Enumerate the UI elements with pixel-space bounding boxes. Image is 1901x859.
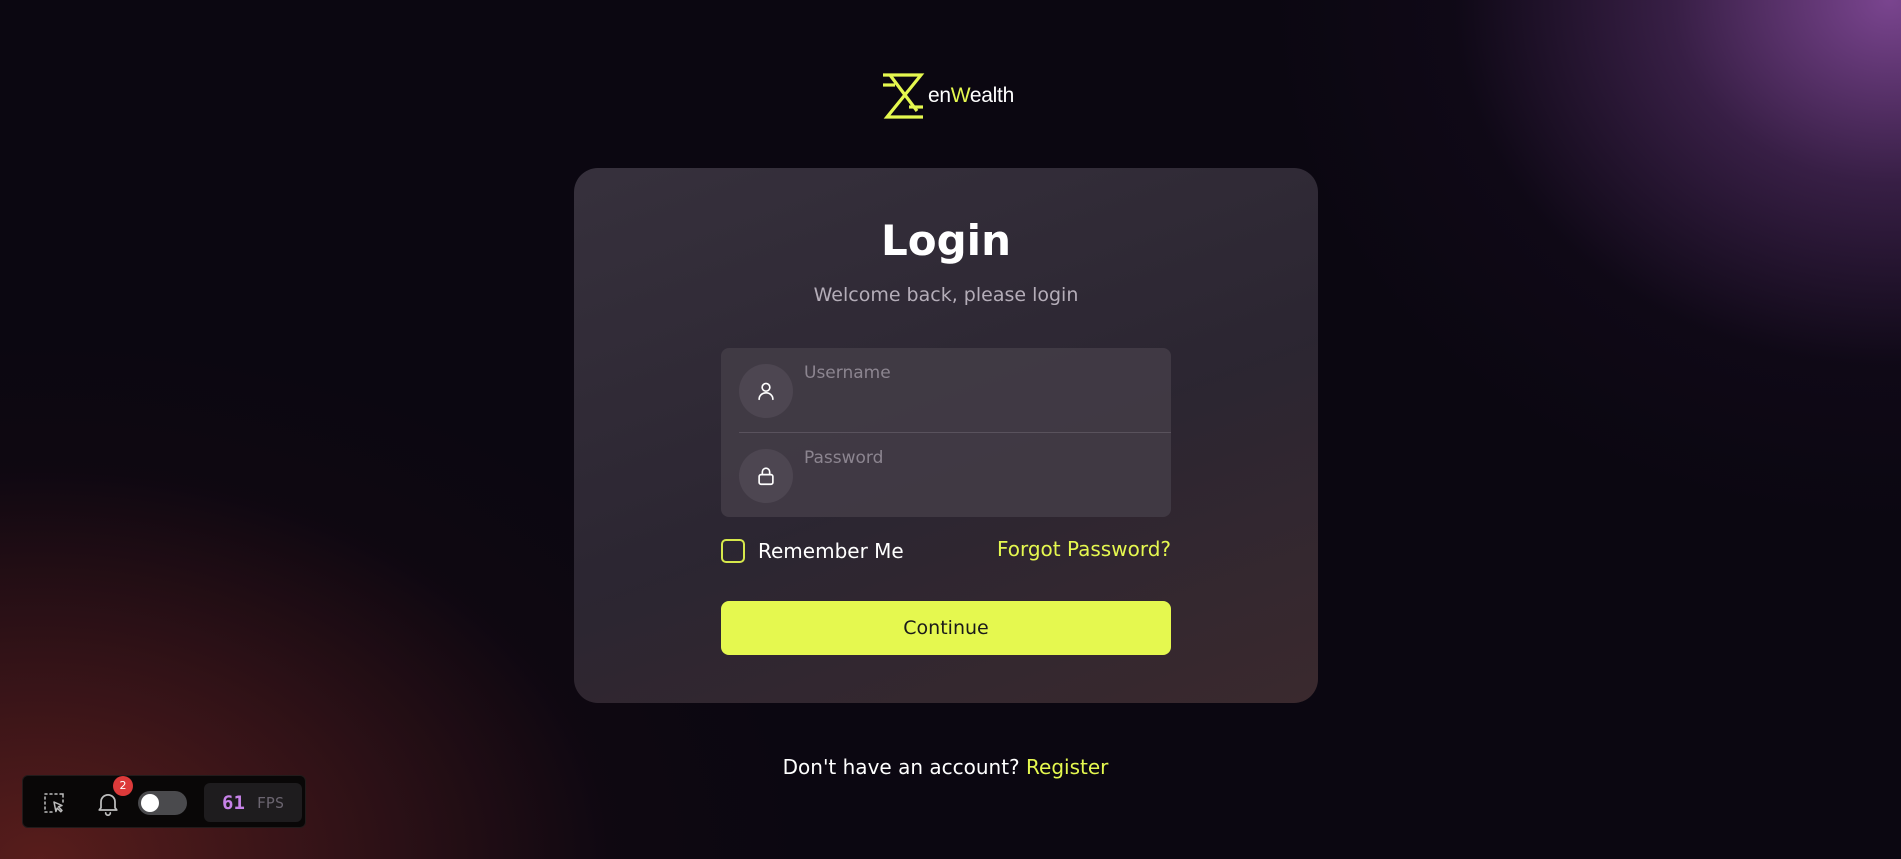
continue-button[interactable]: Continue [721, 601, 1171, 655]
password-field [721, 433, 1171, 517]
remember-me-checkbox[interactable] [721, 539, 745, 563]
password-input[interactable] [804, 445, 1154, 503]
lock-icon [739, 449, 793, 503]
login-card: Login Welcome back, please login Usernam… [574, 168, 1318, 703]
dev-toggle[interactable] [138, 791, 187, 815]
remember-me[interactable]: Remember Me [721, 538, 904, 564]
credentials-group [721, 348, 1171, 517]
fps-label: FPS [256, 793, 284, 812]
brand-name: enWealth [928, 84, 1014, 107]
fps-meter: 61 FPS [204, 783, 302, 822]
user-icon [739, 364, 793, 418]
login-title: Login [881, 216, 1011, 265]
login-subtitle: Welcome back, please login [813, 284, 1079, 306]
toggle-knob [141, 794, 159, 812]
fps-value: 61 [222, 791, 245, 814]
brand-mark-icon [883, 73, 925, 119]
forgot-password-link[interactable]: Forgot Password? [997, 537, 1171, 561]
register-link[interactable]: Register [1026, 755, 1108, 779]
register-prompt-text: Don't have an account? [782, 755, 1020, 779]
notification-badge: 2 [113, 776, 133, 796]
remember-me-label: Remember Me [758, 539, 904, 563]
brand-logo: enWealth [879, 70, 1014, 122]
username-input[interactable] [804, 360, 1154, 418]
dev-toolbar: 2 61 FPS [22, 775, 306, 828]
select-element-icon[interactable] [42, 791, 66, 815]
username-field [721, 348, 1171, 433]
